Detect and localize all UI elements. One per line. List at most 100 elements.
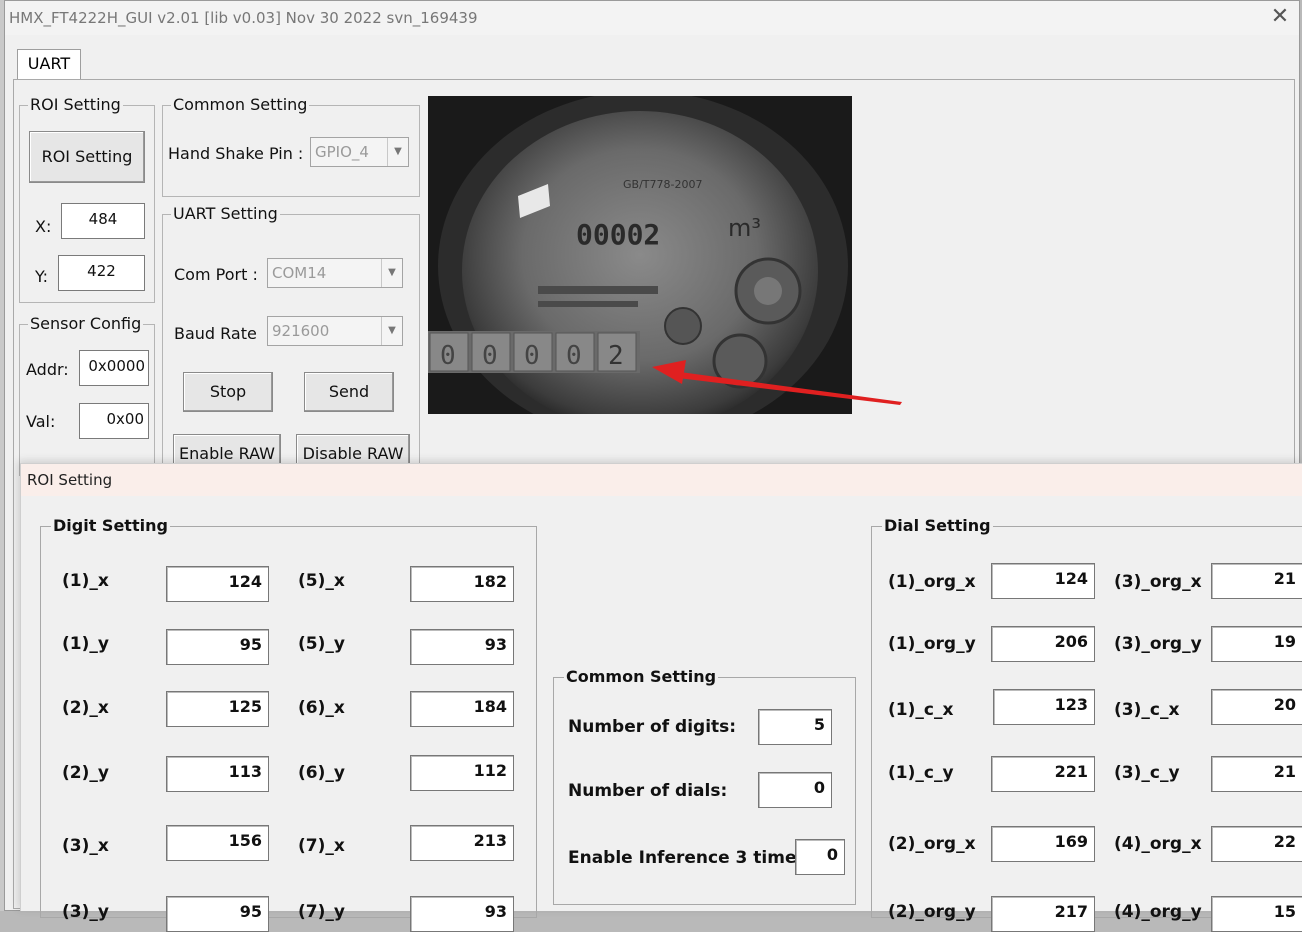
roi-digit-5: 2 <box>608 341 624 371</box>
addr-input[interactable]: 0x0000 <box>79 350 149 386</box>
chevron-down-icon[interactable]: ▼ <box>387 138 408 166</box>
digit-field-input[interactable]: 156 <box>166 825 269 861</box>
digit-field-label: (1)_y <box>62 634 109 654</box>
roi-digit-3: 0 <box>524 341 540 371</box>
common-setting-legend: Common Setting <box>173 95 308 114</box>
digit-field-input[interactable]: 93 <box>410 896 514 932</box>
baud-rate-select[interactable]: 921600 ▼ <box>267 316 403 346</box>
window-title: HMX_FT4222H_GUI v2.01 [lib v0.03] Nov 30… <box>9 9 478 27</box>
dial-field-input[interactable]: 123 <box>993 689 1095 725</box>
dial-field-input[interactable]: 206 <box>991 626 1095 662</box>
dial-field-input[interactable]: 21 <box>1211 756 1302 792</box>
title-bar: HMX_FT4222H_GUI v2.01 [lib v0.03] Nov 30… <box>5 1 1299 35</box>
dial-field-input[interactable]: 22 <box>1211 826 1302 862</box>
digit-field-label: (5)_x <box>298 571 345 591</box>
tab-uart[interactable]: UART <box>17 49 81 79</box>
digit-field-label: (3)_y <box>62 902 109 922</box>
roi-digit-4: 0 <box>566 341 582 371</box>
handshake-label: Hand Shake Pin : <box>168 144 304 163</box>
digit-field-label: (2)_y <box>62 763 109 783</box>
digit-field-label: (7)_y <box>298 902 345 922</box>
chevron-down-icon[interactable]: ▼ <box>381 317 402 345</box>
digit-setting-legend: Digit Setting <box>53 516 168 535</box>
dialog-title: ROI Setting <box>27 471 113 489</box>
dial-field-label: (1)_c_y <box>888 763 954 783</box>
dial-field-label: (3)_c_x <box>1114 700 1180 720</box>
dial-field-input[interactable]: 15 <box>1211 896 1302 932</box>
addr-label: Addr: <box>26 360 69 379</box>
val-label: Val: <box>26 412 56 431</box>
number-of-dials-label: Number of dials: <box>568 781 728 801</box>
dial-field-label: (3)_org_x <box>1114 572 1202 592</box>
y-label: Y: <box>35 267 49 286</box>
roi-digit-2: 0 <box>482 341 498 371</box>
enable-inference-input[interactable]: 0 <box>795 839 845 875</box>
close-icon[interactable]: ✕ <box>1267 4 1293 30</box>
digit-field-input[interactable]: 124 <box>166 566 269 602</box>
enable-inference-label: Enable Inference 3 times: <box>568 848 814 868</box>
com-port-select[interactable]: COM14 ▼ <box>267 258 403 288</box>
stop-button[interactable]: Stop <box>183 372 273 412</box>
dial-field-label: (1)_c_x <box>888 700 954 720</box>
x-label: X: <box>35 217 52 236</box>
roi-y-input[interactable]: 422 <box>58 255 145 291</box>
meter-top-text: GB/T778-2007 <box>623 178 702 191</box>
chevron-down-icon[interactable]: ▼ <box>381 259 402 287</box>
dial-field-label: (1)_org_x <box>888 572 976 592</box>
meter-digits-display: 00002 <box>576 218 660 251</box>
digit-field-label: (6)_x <box>298 698 345 718</box>
number-of-digits-input[interactable]: 5 <box>758 709 832 745</box>
annotation-arrow <box>652 360 902 405</box>
digit-field-input[interactable]: 182 <box>410 566 514 602</box>
dial-field-label: (4)_org_y <box>1114 902 1202 922</box>
digit-field-input[interactable]: 95 <box>166 896 269 932</box>
number-of-digits-label: Number of digits: <box>568 717 737 737</box>
digit-field-input[interactable]: 112 <box>410 755 514 791</box>
val-input[interactable]: 0x00 <box>79 403 149 439</box>
com-port-value: COM14 <box>272 264 327 282</box>
digit-field-label: (2)_x <box>62 698 109 718</box>
dialog-title-bar: ROI Setting <box>21 464 1302 496</box>
digit-field-input[interactable]: 125 <box>166 691 269 727</box>
roi-digit-crops: 0 0 0 0 2 <box>429 332 637 372</box>
roi-setting-button[interactable]: ROI Setting <box>29 131 145 183</box>
sensor-config-group: Sensor Config <box>19 316 155 476</box>
roi-x-input[interactable]: 484 <box>61 203 145 239</box>
roi-digit-1: 0 <box>440 341 456 371</box>
digit-field-label: (7)_x <box>298 836 345 856</box>
dial-field-input[interactable]: 124 <box>991 563 1095 599</box>
com-port-label: Com Port : <box>174 265 258 284</box>
baud-rate-label: Baud Rate <box>174 324 257 343</box>
dial-setting-legend: Dial Setting <box>884 516 991 535</box>
dial-field-input[interactable]: 169 <box>991 826 1095 862</box>
baud-rate-value: 921600 <box>272 322 330 340</box>
dial-field-label: (2)_org_y <box>888 902 976 922</box>
dial-field-input[interactable]: 221 <box>991 756 1095 792</box>
roi-setting-legend: ROI Setting <box>30 95 121 114</box>
digit-field-label: (1)_x <box>62 571 109 591</box>
dial-field-label: (2)_org_x <box>888 834 976 854</box>
dial-field-input[interactable]: 19 <box>1211 626 1302 662</box>
dialog-common-setting-legend: Common Setting <box>566 667 717 686</box>
handshake-pin-value: GPIO_4 <box>315 143 369 161</box>
dial-field-input[interactable]: 21 <box>1211 563 1302 599</box>
digit-field-label: (3)_x <box>62 836 109 856</box>
digit-field-input[interactable]: 95 <box>166 629 269 665</box>
digit-field-input[interactable]: 184 <box>410 691 514 727</box>
dial-field-label: (1)_org_y <box>888 634 976 654</box>
meter-unit: m³ <box>728 214 761 242</box>
dial-field-label: (3)_c_y <box>1114 763 1180 783</box>
digit-field-label: (5)_y <box>298 634 345 654</box>
handshake-pin-select[interactable]: GPIO_4 ▼ <box>310 137 409 167</box>
dial-field-input[interactable]: 217 <box>991 896 1095 932</box>
digit-field-input[interactable]: 213 <box>410 825 514 861</box>
number-of-dials-input[interactable]: 0 <box>758 772 832 808</box>
dial-field-label: (4)_org_x <box>1114 834 1202 854</box>
digit-field-input[interactable]: 93 <box>410 629 514 665</box>
send-button[interactable]: Send <box>304 372 394 412</box>
dial-field-label: (3)_org_y <box>1114 634 1202 654</box>
dial-field-input[interactable]: 20 <box>1211 689 1302 725</box>
digit-field-label: (6)_y <box>298 763 345 783</box>
sensor-config-legend: Sensor Config <box>30 314 142 333</box>
digit-field-input[interactable]: 113 <box>166 756 269 792</box>
